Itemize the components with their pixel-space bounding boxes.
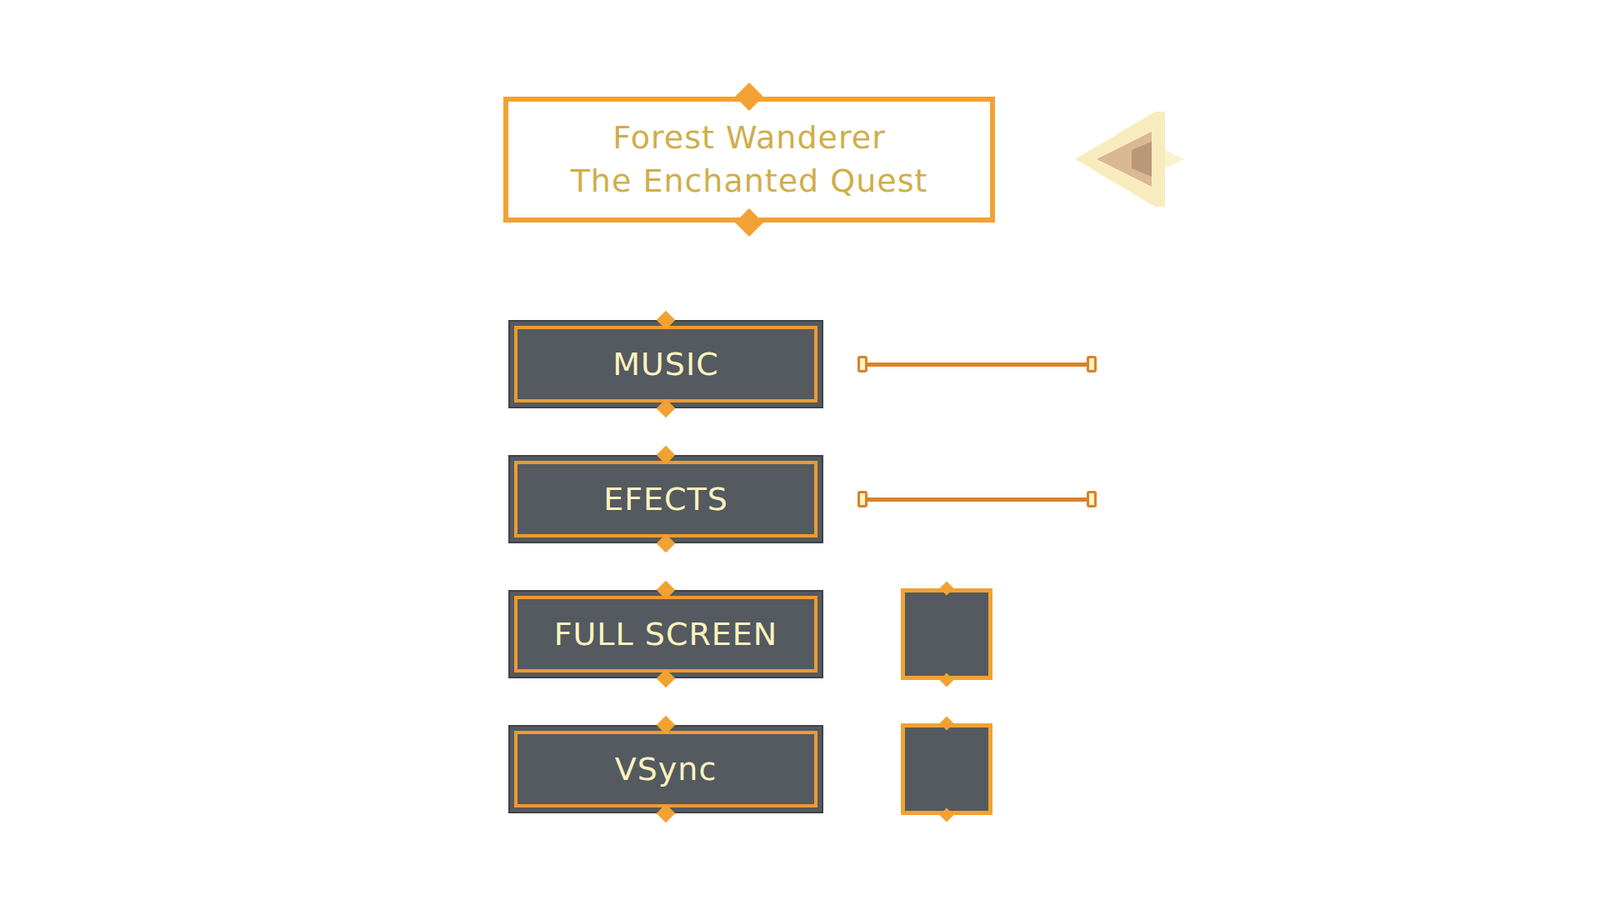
setting-label: FULL SCREEN [554,615,779,653]
title-line: The Enchanted Quest [570,162,929,201]
header: Forest Wanderer The Enchanted Quest [503,96,1600,223]
slider-fill [867,497,1087,502]
back-arrow-icon[interactable] [1071,108,1189,211]
title-line: Forest Wanderer [612,119,886,158]
settings-list: MUSIC EFECTS FULL SCREEN VSync [510,318,1600,815]
checkbox[interactable] [900,723,993,815]
title-banner: Forest Wanderer The Enchanted Quest [503,96,995,223]
toggle-cell [900,723,993,815]
toggle-cell [900,588,993,680]
setting-row: EFECTS [510,453,1600,545]
setting-row: VSync [510,723,1600,815]
volume-slider[interactable] [857,490,1097,508]
checkbox[interactable] [900,588,993,680]
setting-label: VSync [615,750,718,788]
slider-cap [857,490,868,508]
setting-button[interactable]: FULL SCREEN [510,591,822,677]
slider-track [867,362,1087,367]
settings-screen: Forest Wanderer The Enchanted Quest MUSIC E… [0,0,1600,900]
slider-cap [857,355,868,373]
setting-button[interactable]: MUSIC [510,321,822,407]
slider-track [867,497,1087,502]
setting-row: MUSIC [510,318,1600,410]
setting-button[interactable]: EFECTS [510,456,822,542]
slider-fill [867,362,1087,367]
slider-cap [1086,355,1097,373]
setting-label: MUSIC [612,345,719,383]
setting-label: EFECTS [603,480,729,518]
setting-button[interactable]: VSync [510,726,822,812]
slider-cap [1086,490,1097,508]
setting-row: FULL SCREEN [510,588,1600,680]
volume-slider[interactable] [857,355,1097,373]
